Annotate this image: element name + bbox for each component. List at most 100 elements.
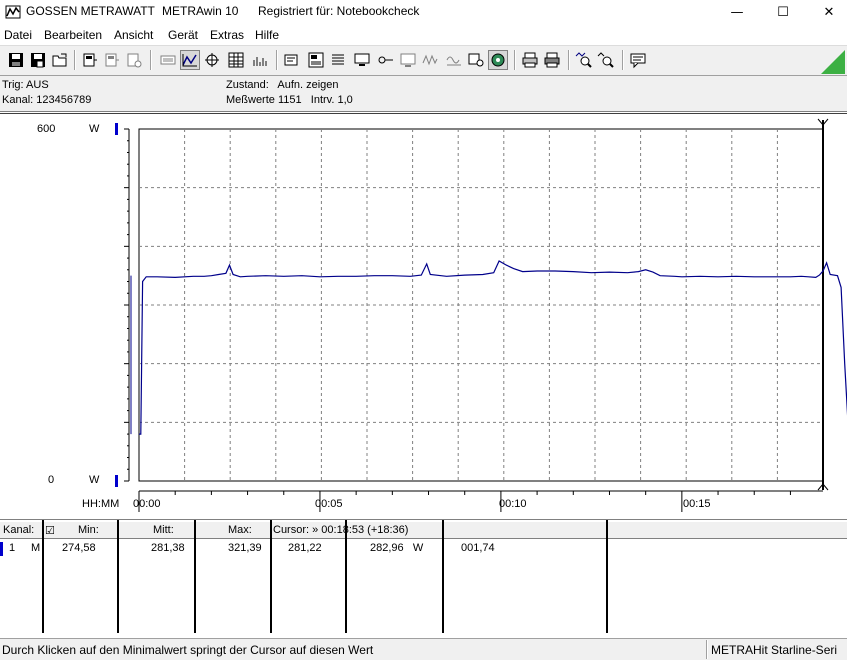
waveform-alt-icon [446, 56, 461, 66]
chart-icon [400, 53, 416, 67]
device-settings-icon [127, 53, 142, 68]
zoom-out-icon [597, 52, 614, 68]
channel-table: Kanal: ☑ Min: Mitt: Max: Cursor: » 00:18… [0, 519, 847, 633]
chart-button[interactable] [398, 50, 418, 70]
toolbar-separator [150, 50, 152, 70]
menu-extras[interactable]: Extras [210, 28, 244, 42]
keyboard-button[interactable] [158, 50, 178, 70]
comment-button[interactable] [628, 50, 648, 70]
header-mitt: Mitt: [153, 524, 174, 536]
menu-hilfe[interactable]: Hilfe [255, 28, 279, 42]
waveform-alt-button[interactable] [444, 50, 464, 70]
row-cursor-value: 281,22 [288, 542, 322, 554]
zoom-button[interactable] [574, 50, 594, 70]
settings-gear-icon [491, 53, 505, 67]
header-cursor: Cursor: » 00:18:53 (+18:36) [273, 524, 409, 536]
device-settings-button[interactable] [124, 50, 144, 70]
table-button[interactable] [226, 50, 246, 70]
measurement-status: Meßwerte 1151 Intrv. 1,0 [226, 94, 353, 106]
toolbar-separator [568, 50, 570, 70]
window-company: GOSSEN METRAWATT [26, 4, 155, 18]
list-icon [332, 54, 344, 65]
row-max-value[interactable]: 321,39 [228, 542, 262, 554]
menu-bearbeiten[interactable]: Bearbeiten [44, 28, 102, 42]
window-registered: Registriert für: Notebookcheck [258, 4, 420, 18]
row-min-value[interactable]: 274,58 [62, 542, 96, 554]
zoom-fit-button[interactable] [202, 50, 222, 70]
list-button[interactable] [328, 50, 348, 70]
app-logo-icon [5, 5, 21, 19]
row-channel[interactable]: 1 [9, 542, 15, 554]
status-device: METRAHit Starline-Seri [711, 643, 838, 657]
maximize-button[interactable]: ☐ [760, 0, 806, 24]
trigger-status: Trig: AUS [2, 79, 49, 91]
save-icon [9, 53, 23, 67]
open-folder-icon [52, 53, 67, 67]
close-button[interactable]: ✕ [806, 0, 847, 24]
scale-button[interactable] [180, 50, 200, 70]
header-checkbox[interactable]: ☑ [45, 524, 55, 537]
waveform-button[interactable] [420, 50, 440, 70]
recorder-button[interactable] [282, 50, 302, 70]
menu-ansicht[interactable]: Ansicht [114, 28, 153, 42]
histogram-icon [253, 57, 267, 66]
column-divider [345, 520, 347, 633]
device-icon [83, 53, 97, 67]
trigger-icon [468, 53, 484, 67]
save-as-button[interactable] [28, 50, 48, 70]
minimize-icon: — [730, 4, 744, 20]
row-cursor-value-2: 282,96 W [370, 542, 424, 554]
open-button[interactable] [50, 50, 70, 70]
print-preview-button[interactable] [542, 50, 562, 70]
waveform-icon [422, 54, 438, 66]
column-divider [194, 520, 196, 633]
header-max: Max: [228, 524, 252, 536]
toolbar-separator [622, 50, 624, 70]
monitor-icon [354, 53, 370, 66]
menu-bar: Datei Bearbeiten Ansicht Gerät Extras Hi… [0, 26, 847, 45]
minimize-button[interactable]: — [714, 0, 760, 24]
header-kanal: Kanal: [3, 524, 35, 536]
row-mitt-value: 281,38 [151, 542, 185, 554]
comment-icon [630, 53, 646, 69]
print-preview-icon [544, 52, 560, 68]
chart-area[interactable]: 600 W 0 W HH:MM 00:00 00:05 00:10 00:15 [0, 113, 847, 518]
signal-icon [378, 56, 393, 64]
zoom-fit-icon [205, 53, 219, 67]
histogram-button[interactable] [250, 50, 270, 70]
toolbar-separator [514, 50, 516, 70]
signal-button[interactable] [376, 50, 396, 70]
trigger-button[interactable] [466, 50, 486, 70]
device-copy-icon [105, 53, 119, 67]
close-icon: ✕ [823, 4, 835, 20]
save-as-icon [31, 53, 45, 68]
menu-datei[interactable]: Datei [4, 28, 32, 42]
recorder-icon [284, 54, 298, 66]
zoom-out-button[interactable] [596, 50, 616, 70]
power-chart[interactable] [0, 114, 847, 519]
window-app-name: METRAwin 10 [162, 4, 239, 18]
channel-status: Kanal: 123456789 [2, 94, 92, 106]
toolbar-separator [74, 50, 76, 70]
menu-geraet[interactable]: Gerät [168, 28, 198, 42]
print-button[interactable] [520, 50, 540, 70]
state-status: Zustand: Aufn. zeigen [226, 79, 339, 91]
row-cursor-value-3: 001,74 [461, 542, 495, 554]
toolbar-separator [276, 50, 278, 70]
y-max-marker [115, 123, 118, 135]
scale-icon [182, 54, 197, 67]
toolbar [0, 45, 847, 76]
header-min: Min: [78, 524, 99, 536]
monitor-button[interactable] [352, 50, 372, 70]
y-min-marker [115, 475, 118, 487]
column-divider [270, 520, 272, 633]
save-button[interactable] [6, 50, 26, 70]
zoom-icon [575, 52, 592, 68]
table-icon [228, 52, 244, 68]
device-button[interactable] [80, 50, 100, 70]
column-divider [606, 520, 608, 633]
maximize-icon: ☐ [777, 4, 789, 20]
settings-button[interactable] [488, 50, 508, 70]
recorder-config-button[interactable] [306, 50, 326, 70]
device-copy-button[interactable] [102, 50, 122, 70]
